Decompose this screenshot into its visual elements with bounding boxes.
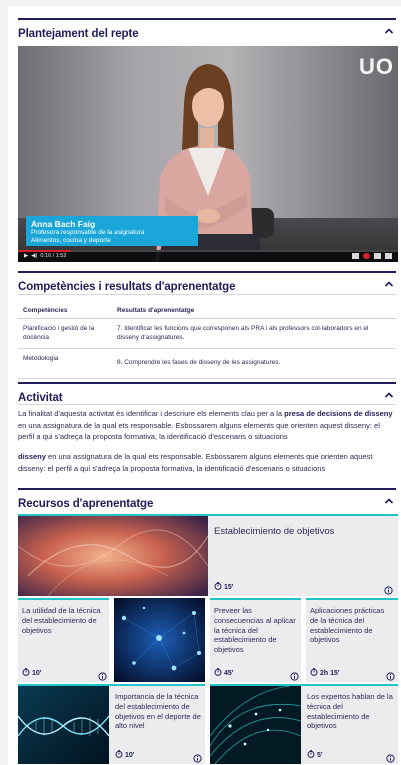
- dna-helix-image: [18, 686, 109, 764]
- activity-text: en una assignatura de la qual ets respon…: [18, 452, 373, 473]
- resource-card[interactable]: Los expertos hablan de la técnica del es…: [210, 684, 398, 764]
- stopwatch-icon: [307, 750, 315, 760]
- column-header: Competències: [18, 303, 112, 319]
- resource-duration: 2h 15': [310, 668, 340, 678]
- video-progress-fill: [18, 250, 72, 252]
- section-title: Plantejament del repte: [18, 28, 139, 40]
- card-accent-line: [18, 598, 109, 600]
- stopwatch-icon: [22, 668, 30, 678]
- card-accent-line: [306, 598, 398, 600]
- settings-icon[interactable]: [352, 253, 359, 259]
- resource-card-image[interactable]: [114, 598, 205, 682]
- video-progress-bar[interactable]: [18, 250, 398, 252]
- chevron-up-icon[interactable]: [384, 279, 394, 289]
- card-accent-line: [210, 598, 301, 600]
- info-icon[interactable]: [193, 750, 202, 763]
- resource-card[interactable]: La utilidad de la técnica del establecim…: [18, 598, 109, 682]
- resource-title: Preveer las consecuencias al aplicar la …: [214, 606, 296, 654]
- activity-text: La finalitat d'aquesta activitat és iden…: [18, 409, 285, 418]
- fullscreen-icon[interactable]: [385, 253, 392, 259]
- divider: [18, 404, 396, 405]
- activity-paragraph: disseny en una assignatura de la qual et…: [18, 451, 398, 474]
- competences-table: Competències Resultats d'aprenentatge Pl…: [18, 303, 396, 379]
- activity-bold: presa de decisions de disseny: [284, 409, 393, 418]
- chevron-up-icon[interactable]: [384, 496, 394, 506]
- resource-card[interactable]: Aplicaciones prácticas de la técnica del…: [306, 598, 398, 682]
- duration-text: 10': [125, 751, 135, 759]
- stopwatch-icon: [214, 668, 222, 678]
- captions-icon[interactable]: [374, 253, 381, 259]
- activity-section-header[interactable]: Activitat: [18, 382, 396, 406]
- video-time: ▶ ◀) 0:16 / 1:52: [24, 253, 66, 259]
- duration-text: 2h 15': [320, 669, 340, 677]
- stopwatch-icon: [115, 750, 123, 760]
- section-title: Competències i resultats d'aprenentatge: [18, 281, 236, 293]
- activity-paragraph: La finalitat d'aquesta activitat és iden…: [18, 408, 398, 443]
- resource-title: Importancia de la técnica del establecim…: [115, 692, 201, 731]
- speaker-role: Profesora responsable de la asignatura: [31, 229, 145, 236]
- info-icon[interactable]: [98, 668, 107, 681]
- column-header: Resultats d'aprenentatge: [112, 303, 396, 319]
- video-control-icons: [352, 253, 392, 259]
- abstract-energy-image: [18, 516, 208, 596]
- resource-duration: 5': [307, 750, 323, 760]
- resource-duration: 45': [214, 668, 233, 678]
- activity-bold: disseny: [18, 452, 46, 461]
- resource-card[interactable]: Preveer las consecuencias al aplicar la …: [210, 598, 301, 682]
- chevron-up-icon[interactable]: [384, 390, 394, 400]
- video-time-readout: 0:16 / 1:52: [40, 253, 67, 259]
- section-title: Activitat: [18, 392, 63, 404]
- duration-text: 45': [224, 669, 234, 677]
- table-cell: Metodologia: [18, 348, 112, 379]
- competences-section-header[interactable]: Competències i resultats d'aprenentatge: [18, 271, 396, 295]
- chevron-up-icon[interactable]: [384, 26, 394, 36]
- info-icon[interactable]: [290, 668, 299, 681]
- resource-title: La utilidad de la técnica del establecim…: [22, 606, 101, 635]
- video-section-header[interactable]: Plantejament del repte: [18, 18, 396, 42]
- resource-duration: 10': [22, 668, 41, 678]
- resource-card-featured[interactable]: Establecimiento de objetivos 15': [18, 514, 398, 596]
- table-header-row: Competències Resultats d'aprenentatge: [18, 303, 396, 319]
- info-icon[interactable]: [386, 750, 395, 763]
- speaker-name: Anna Bach Faig: [31, 219, 96, 229]
- youtube-icon[interactable]: [363, 253, 370, 259]
- volume-icon[interactable]: ◀): [31, 253, 37, 259]
- info-icon[interactable]: [384, 582, 393, 595]
- play-icon[interactable]: ▶: [24, 253, 28, 259]
- info-icon[interactable]: [386, 668, 395, 681]
- speaker-area: Alimentos, cocina y deporte: [31, 236, 111, 244]
- resource-duration: 15': [214, 582, 233, 592]
- resource-title: Los expertos hablan de la técnica del es…: [307, 692, 393, 731]
- resource-duration: 10': [115, 750, 134, 760]
- light-lines-image: [210, 686, 301, 764]
- table-row: Planificació i gestió de la docència 7. …: [18, 318, 396, 349]
- table-row: Metodologia 8. Comprendre les fases de d…: [18, 348, 396, 379]
- divider: [18, 294, 396, 295]
- resource-title: Aplicaciones prácticas de la técnica del…: [310, 606, 385, 645]
- video-player[interactable]: UO Anna Bach Faig Profesora responsable …: [18, 46, 398, 262]
- section-title: Recursos d'aprenentatge: [18, 498, 154, 510]
- stopwatch-icon: [214, 582, 222, 592]
- page: Plantejament del repte UO Anna Bach Faig…: [8, 6, 401, 765]
- duration-text: 15': [224, 583, 234, 591]
- table-cell: 8. Comprendre les fases de disseny de le…: [112, 348, 396, 379]
- speaker-caption: Anna Bach Faig Profesora responsable de …: [26, 216, 198, 246]
- stopwatch-icon: [310, 668, 318, 678]
- table-cell: Planificació i gestió de la docència: [18, 318, 112, 349]
- video-controls[interactable]: ▶ ◀) 0:16 / 1:52: [18, 250, 398, 262]
- table-cell: 7. Identificar les funcions que correspo…: [112, 318, 396, 349]
- resources-section-header[interactable]: Recursos d'aprenentatge: [18, 488, 396, 512]
- resource-title: Establecimiento de objetivos: [214, 526, 335, 537]
- activity-text: en una assignatura de la qual ets respon…: [18, 420, 380, 442]
- duration-text: 10': [32, 669, 42, 677]
- network-nodes-image: [114, 598, 205, 682]
- duration-text: 5': [317, 751, 323, 759]
- resource-card[interactable]: Importancia de la técnica del establecim…: [18, 684, 205, 764]
